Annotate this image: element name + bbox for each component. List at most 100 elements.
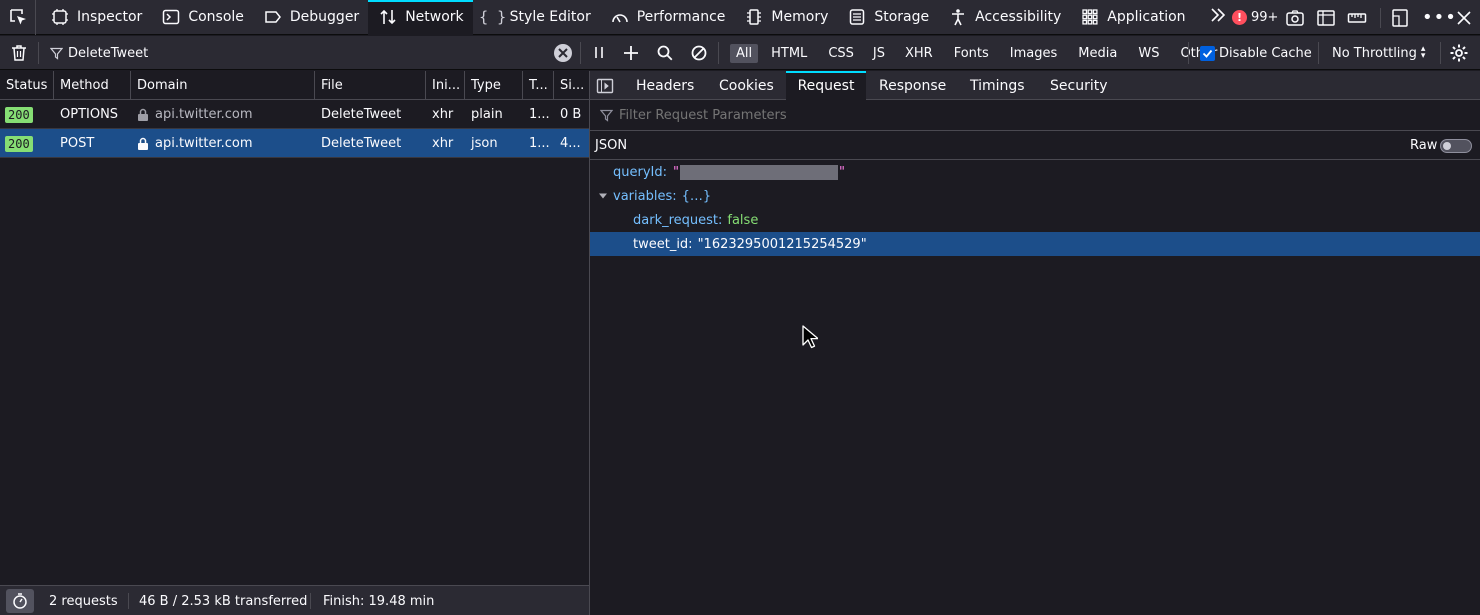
tab-storage[interactable]: Storage (837, 0, 938, 35)
dock-position-button[interactable] (1390, 0, 1410, 35)
tab-memory[interactable]: Memory (734, 0, 837, 35)
filter-divider (718, 42, 719, 64)
filter-icon (50, 47, 63, 60)
json-row-variables[interactable]: variables: {…} (590, 184, 1480, 208)
tab-performance[interactable]: Performance (600, 0, 735, 35)
json-section-header: JSON Raw (590, 132, 1480, 160)
tab-debugger-label: Debugger (289, 9, 360, 25)
error-count-indicator[interactable]: ! 99+ (1232, 0, 1278, 35)
request-row-selected[interactable]: 200 POST api.twitter.com DeleteTweet xhr… (0, 129, 589, 158)
more-tools-button[interactable] (1195, 0, 1236, 35)
type-filter-fonts[interactable]: Fonts (948, 44, 995, 63)
transferred-cell: 1... (529, 136, 550, 151)
type-filter-html[interactable]: HTML (765, 44, 813, 63)
url-filter-value: DeleteTweet (68, 45, 149, 61)
element-picker-button[interactable] (0, 0, 36, 35)
column-header-method[interactable]: Method (54, 71, 131, 100)
clear-filter-button[interactable] (553, 36, 573, 70)
json-row-dark-request[interactable]: dark_request: false (590, 208, 1480, 232)
tab-cookies[interactable]: Cookies (719, 71, 774, 100)
filter-divider (580, 42, 581, 64)
json-row-tweet-id[interactable]: tweet_id: "1623295001215254529" (590, 232, 1480, 256)
search-button[interactable] (656, 36, 674, 70)
column-header-initiator[interactable]: Ini... (426, 71, 465, 100)
block-urls-button[interactable] (690, 36, 708, 70)
tab-network[interactable]: Network (368, 0, 474, 35)
json-section-label: JSON (595, 138, 628, 153)
tab-timings[interactable]: Timings (970, 71, 1025, 100)
expand-arrow-icon (598, 191, 608, 201)
column-header-file[interactable]: File (315, 71, 426, 100)
clear-circle-icon (554, 44, 572, 62)
accessibility-icon (947, 8, 969, 26)
gear-icon (1450, 44, 1468, 62)
select-arrows-icon: ▴ ▾ (1420, 43, 1426, 61)
add-request-button[interactable] (622, 36, 640, 70)
json-key: variables: (613, 188, 677, 204)
tab-application[interactable]: Application (1070, 0, 1194, 35)
type-filter-images[interactable]: Images (1004, 44, 1064, 63)
performance-analysis-button[interactable] (6, 586, 34, 615)
tab-debugger[interactable]: Debugger (253, 0, 368, 35)
column-header-status[interactable]: Status (0, 71, 54, 100)
disable-cache-checkbox[interactable] (1200, 45, 1215, 61)
json-row-query-id[interactable]: queryId: " " (590, 160, 1480, 184)
rulers-button[interactable] (1347, 0, 1367, 35)
tab-headers[interactable]: Headers (636, 71, 694, 100)
column-header-type[interactable]: Type (465, 71, 523, 100)
status-cell: 200 (0, 100, 54, 129)
debugger-icon (262, 8, 284, 26)
json-boolean-value: false (727, 212, 759, 228)
type-filter-xhr[interactable]: XHR (899, 44, 939, 63)
raw-toggle[interactable] (1440, 139, 1472, 153)
status-cell: 200 (0, 129, 54, 158)
request-details-panel: Headers Cookies Request Response Timings… (590, 71, 1480, 615)
error-icon: ! (1232, 10, 1247, 25)
type-filter-css[interactable]: CSS (822, 44, 860, 63)
toggle-sidebar-button[interactable] (596, 71, 614, 100)
status-divider (310, 593, 311, 609)
throttling-value: No Throttling (1332, 45, 1417, 61)
tab-accessibility[interactable]: Accessibility (938, 0, 1070, 35)
tab-security[interactable]: Security (1050, 71, 1108, 100)
close-devtools-button[interactable] (1456, 0, 1472, 35)
tab-request[interactable]: Request (786, 71, 866, 100)
type-filter-all[interactable]: All (730, 43, 759, 63)
search-icon (657, 45, 673, 61)
throttling-select[interactable]: No Throttling ▴ ▾ (1332, 36, 1425, 70)
type-filter-media[interactable]: Media (1072, 44, 1123, 63)
method-cell: POST (60, 136, 95, 151)
storage-icon (846, 8, 868, 26)
column-header-domain[interactable]: Domain (131, 71, 315, 100)
status-divider (128, 593, 129, 609)
responsive-design-button[interactable] (1316, 0, 1336, 35)
filter-params-input[interactable] (619, 108, 1219, 123)
raw-label: Raw (1410, 138, 1438, 153)
tab-inspector[interactable]: Inspector (40, 0, 151, 35)
screenshot-button[interactable] (1285, 0, 1305, 35)
type-filter-js[interactable]: JS (867, 44, 891, 63)
type-cell: json (471, 136, 498, 151)
network-status-bar: 2 requests 46 B / 2.53 kB transferred Fi… (0, 585, 589, 615)
transferred-cell: 1... (529, 107, 550, 122)
redacted-value (679, 164, 838, 180)
lock-icon (138, 137, 148, 150)
type-filter-ws[interactable]: WS (1132, 44, 1165, 63)
network-settings-button[interactable] (1449, 36, 1469, 70)
tab-console[interactable]: Console (151, 0, 253, 35)
clear-requests-button[interactable] (9, 36, 29, 70)
toolbox-menu-button[interactable]: ••• (1422, 0, 1457, 35)
initiator-cell: xhr (432, 136, 454, 151)
tab-style-editor[interactable]: { } Style Editor (473, 0, 600, 35)
network-icon (377, 8, 399, 26)
url-filter-field[interactable]: DeleteTweet (50, 36, 578, 70)
disable-cache-toggle[interactable]: Disable Cache (1200, 36, 1312, 70)
request-row[interactable]: 200 OPTIONS api.twitter.com DeleteTweet … (0, 100, 589, 129)
tab-response[interactable]: Response (879, 71, 946, 100)
plus-icon (624, 46, 638, 60)
checkmark-icon (1202, 49, 1213, 58)
column-header-size[interactable]: Si... (554, 71, 589, 100)
pause-recording-button[interactable] (592, 36, 606, 70)
column-header-transferred[interactable]: T... (523, 71, 554, 100)
request-params-filter[interactable] (590, 101, 1480, 131)
